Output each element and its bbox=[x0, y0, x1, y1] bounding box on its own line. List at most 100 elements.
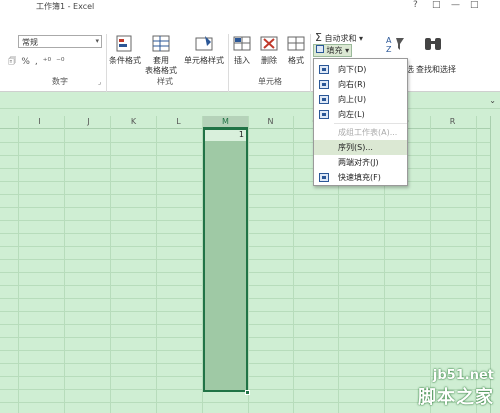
binoculars-icon bbox=[425, 38, 441, 50]
menu-item-label: 向左(L) bbox=[338, 110, 365, 119]
fill-button[interactable]: 填充 ▾ bbox=[313, 44, 353, 57]
format-cells-button[interactable]: 格式 bbox=[284, 34, 308, 66]
chevron-down-icon: ▾ bbox=[359, 34, 364, 43]
formula-bar[interactable]: ⌄ bbox=[0, 95, 500, 109]
watermark: jb51.net 脚本之家 bbox=[418, 368, 494, 409]
menu-item-label: 两端对齐(J) bbox=[338, 158, 379, 167]
currency-icon[interactable]: 🗊 bbox=[8, 54, 16, 70]
watermark-site: jb51.net bbox=[432, 368, 494, 383]
title-bar: 工作簿1 - Excel ? □ — □ bbox=[0, 0, 500, 14]
styles-group-label: 样式 bbox=[157, 77, 173, 86]
menu-item-label: 向上(U) bbox=[338, 95, 367, 104]
column-header-r[interactable]: R bbox=[430, 117, 475, 126]
cell-styles-icon bbox=[195, 36, 213, 51]
sigma-icon: Σ bbox=[315, 31, 322, 44]
fill-icon bbox=[316, 45, 324, 53]
insert-cells-button[interactable]: 插入 bbox=[230, 34, 254, 66]
ribbon-display-icon[interactable]: □ bbox=[432, 0, 441, 10]
grid-line bbox=[110, 116, 111, 413]
help-icon[interactable]: ? bbox=[413, 0, 418, 10]
menu-item-label: 向下(D) bbox=[338, 65, 367, 74]
number-dialog-launcher-icon[interactable]: ⌟ bbox=[98, 78, 101, 86]
comma-style-icon[interactable]: , bbox=[35, 57, 38, 67]
insert-cells-icon bbox=[233, 36, 251, 51]
group-divider bbox=[106, 34, 107, 92]
grid-line bbox=[248, 116, 249, 413]
increase-decimal-icon[interactable]: ⁺⁰ bbox=[43, 57, 51, 67]
conditional-format-button[interactable]: 条件格式 bbox=[109, 34, 141, 66]
insert-label: 插入 bbox=[234, 56, 250, 65]
expand-formula-bar-icon[interactable]: ⌄ bbox=[489, 96, 496, 105]
menu-item-fill-right[interactable]: 向右(R) bbox=[314, 77, 407, 92]
table-icon bbox=[152, 35, 170, 52]
grid-line bbox=[64, 116, 65, 413]
menu-item-series[interactable]: 序列(S)... bbox=[314, 140, 407, 155]
grid-line bbox=[156, 116, 157, 413]
format-as-table-button[interactable]: 套用 表格格式 bbox=[143, 34, 179, 76]
cell-styles-button[interactable]: 单元格样式 bbox=[181, 34, 227, 66]
minimize-icon[interactable]: — bbox=[451, 0, 460, 10]
find-select-label[interactable]: 查找和选择 bbox=[416, 64, 456, 75]
number-group-label: 数字 bbox=[52, 77, 68, 86]
format-as-table-label-2: 表格格式 bbox=[145, 66, 177, 75]
chevron-down-icon: ▾ bbox=[345, 46, 350, 55]
cells-group-label: 单元格 bbox=[258, 77, 282, 86]
fill-handle[interactable] bbox=[245, 390, 250, 395]
number-format-dropdown[interactable]: 常规 ▾ bbox=[18, 35, 102, 48]
menu-item-label: 序列(S)... bbox=[338, 143, 373, 152]
autosum-label: 自动求和 bbox=[324, 34, 357, 43]
column-header-m: M bbox=[222, 117, 229, 126]
ribbon: 常规 ▾ 🗊 % , ⁺⁰ ⁻⁰ 数字 ⌟ 条件格式 套用 表格格式 单元格样式 bbox=[0, 14, 500, 92]
fill-down-icon bbox=[319, 65, 329, 74]
number-tools: 🗊 % , ⁺⁰ ⁻⁰ bbox=[8, 54, 65, 70]
delete-cells-button[interactable]: 删除 bbox=[257, 34, 281, 66]
menu-item-across-worksheets: 成组工作表(A)... bbox=[314, 125, 407, 140]
cell-styles-label: 单元格样式 bbox=[184, 56, 224, 65]
fill-dropdown-menu: 向下(D) 向右(R) 向上(U) 向左(L) 成组工作表(A)... 序列(S… bbox=[313, 58, 408, 186]
decrease-decimal-icon[interactable]: ⁻⁰ bbox=[56, 57, 64, 67]
format-cells-icon bbox=[287, 36, 305, 51]
sort-filter-icon-button[interactable]: A Z bbox=[384, 34, 404, 56]
maximize-icon[interactable]: □ bbox=[470, 0, 479, 10]
chevron-down-icon: ▾ bbox=[95, 37, 99, 45]
percent-icon[interactable]: % bbox=[21, 57, 30, 67]
column-header-m-selected[interactable]: M bbox=[203, 116, 248, 129]
delete-cells-icon bbox=[260, 36, 278, 51]
flash-fill-icon bbox=[319, 173, 329, 182]
column-header-l[interactable]: L bbox=[156, 117, 201, 126]
worksheet-grid[interactable]: I J K L N O P Q R M 1 bbox=[0, 116, 490, 413]
svg-text:A: A bbox=[386, 36, 392, 45]
menu-item-flash-fill[interactable]: 快速填充(F) bbox=[314, 170, 407, 185]
conditional-format-label: 条件格式 bbox=[109, 56, 141, 65]
delete-label: 删除 bbox=[261, 56, 277, 65]
menu-item-label: 向右(R) bbox=[338, 80, 366, 89]
selected-range[interactable] bbox=[203, 129, 248, 392]
find-select-icon-button[interactable] bbox=[418, 34, 448, 56]
menu-item-fill-up[interactable]: 向上(U) bbox=[314, 92, 407, 107]
menu-item-label: 成组工作表(A)... bbox=[338, 128, 398, 137]
active-cell[interactable]: 1 bbox=[205, 130, 246, 141]
menu-item-justify[interactable]: 两端对齐(J) bbox=[314, 155, 407, 170]
format-label: 格式 bbox=[288, 56, 304, 65]
fill-left-icon bbox=[319, 110, 329, 119]
sort-filter-icon: A Z bbox=[386, 36, 404, 54]
column-header-k[interactable]: K bbox=[111, 117, 156, 126]
menu-divider bbox=[334, 123, 407, 124]
column-header-i[interactable]: I bbox=[18, 117, 61, 126]
column-header-j[interactable]: J bbox=[66, 117, 111, 126]
menu-item-label: 快速填充(F) bbox=[338, 173, 381, 182]
number-format-value: 常规 bbox=[22, 38, 38, 47]
window-title: 工作簿1 - Excel bbox=[36, 2, 95, 11]
grid-line bbox=[18, 116, 19, 413]
format-as-table-label-1: 套用 bbox=[153, 56, 169, 65]
grid-line bbox=[293, 116, 294, 413]
fill-right-icon bbox=[319, 80, 329, 89]
column-header-n[interactable]: N bbox=[248, 117, 293, 126]
fill-up-icon bbox=[319, 95, 329, 104]
menu-item-fill-down[interactable]: 向下(D) bbox=[314, 62, 407, 77]
autosum-button[interactable]: Σ 自动求和 ▾ bbox=[315, 31, 363, 44]
watermark-name: 脚本之家 bbox=[418, 387, 494, 408]
svg-text:Z: Z bbox=[386, 45, 392, 54]
conditional-format-icon bbox=[116, 35, 132, 52]
menu-item-fill-left[interactable]: 向左(L) bbox=[314, 107, 407, 122]
